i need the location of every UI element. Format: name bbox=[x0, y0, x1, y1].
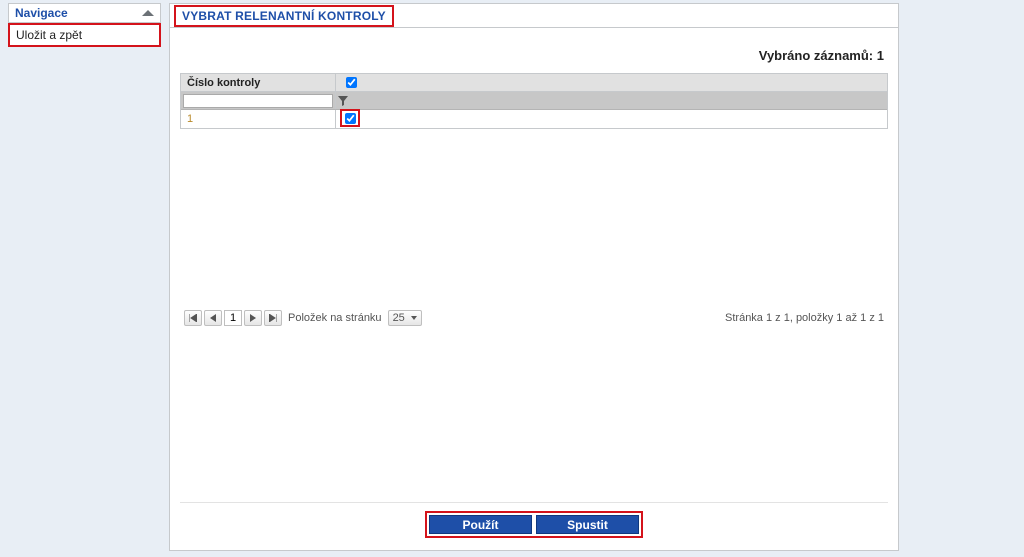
panel-content: Vybráno záznamů: 1 Číslo kontroly bbox=[170, 28, 898, 548]
chevron-up-icon bbox=[142, 10, 154, 16]
filter-number-input[interactable] bbox=[183, 94, 333, 108]
nav-item-save-back[interactable]: Uložit a zpět bbox=[8, 23, 161, 47]
pager-page-size-value: 25 bbox=[393, 312, 405, 324]
select-all-wrap bbox=[342, 74, 360, 92]
footer-buttons: Použít Spustit bbox=[180, 503, 888, 548]
selection-label: Vybráno záznamů: bbox=[759, 48, 873, 63]
row-checkbox-highlight bbox=[340, 109, 360, 127]
column-header-select bbox=[336, 74, 887, 91]
column-header-number[interactable]: Číslo kontroly bbox=[181, 74, 336, 91]
select-all-checkbox[interactable] bbox=[346, 77, 357, 88]
nav-header[interactable]: Navigace bbox=[8, 3, 161, 23]
cell-select bbox=[336, 110, 887, 128]
table-row[interactable]: 1 bbox=[181, 110, 887, 128]
pager-next-button[interactable] bbox=[244, 310, 262, 326]
selection-summary: Vybráno záznamů: 1 bbox=[180, 34, 888, 73]
pager-left: Položek na stránku 25 bbox=[184, 310, 422, 326]
pager-buttons bbox=[184, 310, 282, 326]
footer-buttons-highlight: Použít Spustit bbox=[425, 511, 643, 538]
row-checkbox[interactable] bbox=[345, 113, 356, 124]
run-button[interactable]: Spustit bbox=[536, 515, 639, 534]
grid-filter-row bbox=[181, 92, 887, 110]
filter-icon[interactable] bbox=[336, 92, 350, 109]
apply-button[interactable]: Použít bbox=[429, 515, 532, 534]
selection-count: 1 bbox=[877, 48, 884, 63]
main-panel: VYBRAT RELENANTNÍ KONTROLY Vybráno zázna… bbox=[169, 3, 899, 551]
nav-header-label: Navigace bbox=[15, 6, 68, 20]
pager-items-label: Položek na stránku bbox=[288, 312, 382, 324]
grid-header-row: Číslo kontroly bbox=[181, 74, 887, 92]
panel-title: VYBRAT RELENANTNÍ KONTROLY bbox=[174, 5, 394, 27]
pager-last-button[interactable] bbox=[264, 310, 282, 326]
title-bar: VYBRAT RELENANTNÍ KONTROLY bbox=[170, 4, 898, 28]
chevron-down-icon bbox=[411, 316, 417, 320]
pager: Položek na stránku 25 Stránka 1 z 1, pol… bbox=[180, 304, 888, 330]
pager-page-input[interactable] bbox=[224, 310, 242, 326]
pager-prev-button[interactable] bbox=[204, 310, 222, 326]
pager-status: Stránka 1 z 1, položky 1 až 1 z 1 bbox=[725, 312, 884, 324]
sidebar: Navigace Uložit a zpět bbox=[8, 3, 161, 47]
pager-first-button[interactable] bbox=[184, 310, 202, 326]
nav-item-label: Uložit a zpět bbox=[16, 28, 82, 42]
cell-number: 1 bbox=[181, 110, 336, 128]
pager-page-size-select[interactable]: 25 bbox=[388, 310, 422, 326]
grid: Číslo kontroly bbox=[180, 73, 888, 129]
